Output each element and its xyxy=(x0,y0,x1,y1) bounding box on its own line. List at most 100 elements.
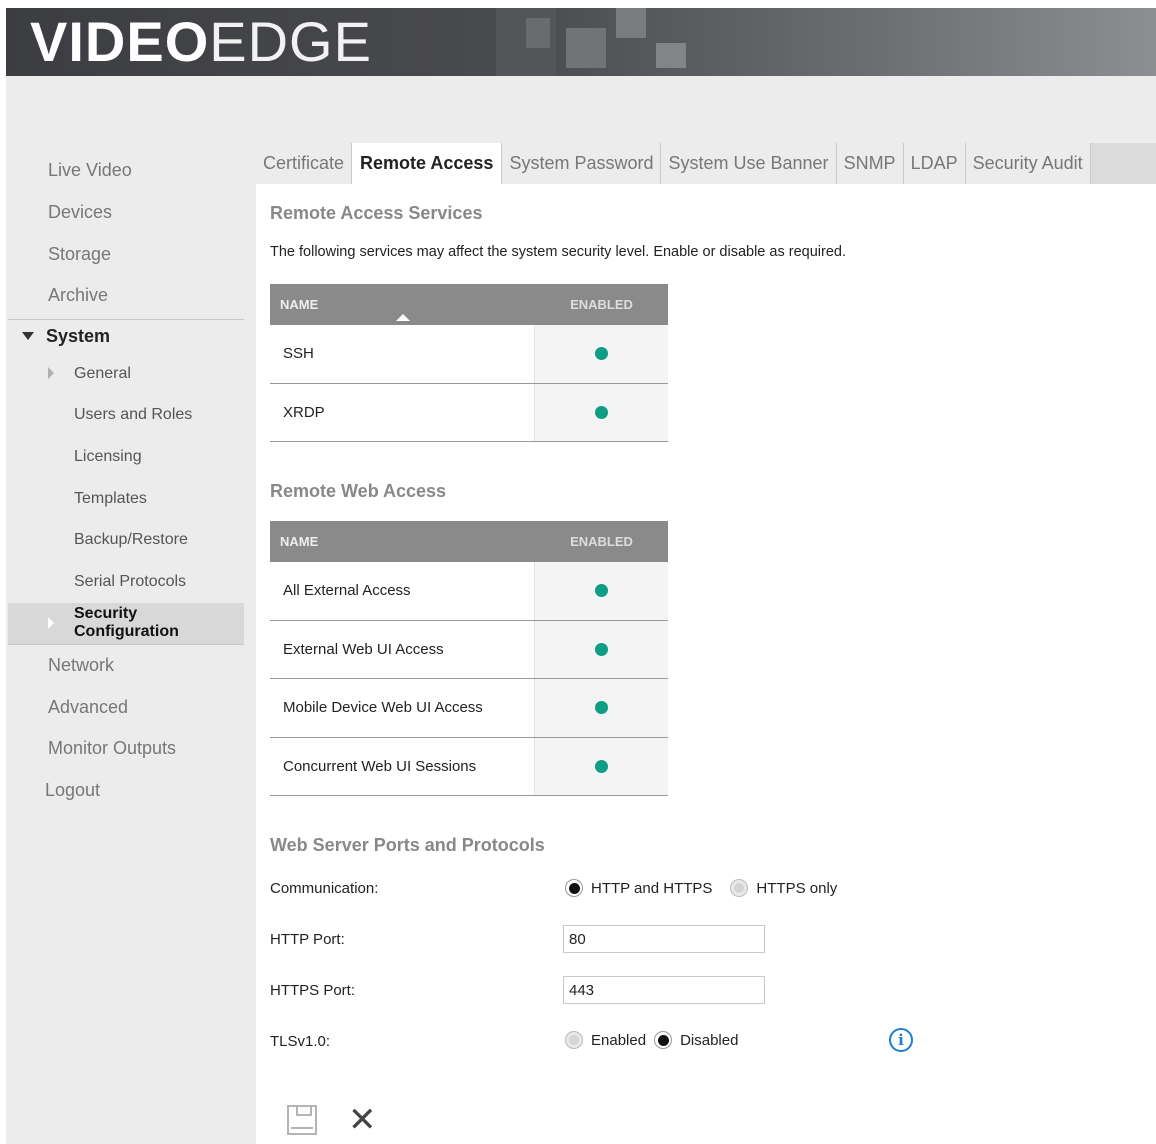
section-title-remote-access: Remote Access Services xyxy=(270,203,483,223)
sidebar-item-serial-protocols[interactable]: Serial Protocols xyxy=(8,561,244,603)
cancel-icon[interactable]: ✕ xyxy=(348,1103,377,1137)
row-name: SSH xyxy=(270,325,535,383)
sidebar-item-advanced[interactable]: Advanced xyxy=(8,686,244,728)
enabled-status-dot-icon[interactable] xyxy=(595,642,608,656)
sort-ascending-icon xyxy=(396,314,410,321)
caret-right-icon xyxy=(48,366,54,379)
sidebar-item-licensing[interactable]: Licensing xyxy=(8,436,244,478)
radio-http-and-https[interactable] xyxy=(565,879,583,897)
radio-label[interactable]: Enabled xyxy=(591,1032,646,1049)
remote-web-access-table: NAME ENABLED All External Access Externa… xyxy=(270,521,668,797)
tab-certificate[interactable]: Certificate xyxy=(256,143,353,184)
tab-ldap[interactable]: LDAP xyxy=(903,143,966,184)
sidebar-item-label: Network xyxy=(48,654,115,675)
sidebar-section-system[interactable]: System xyxy=(8,318,244,353)
tls-label: TLSv1.0: xyxy=(270,1033,331,1050)
content-panel: Certificate Remote Access System Passwor… xyxy=(256,143,1156,1144)
enabled-status-dot-icon[interactable] xyxy=(595,584,608,598)
https-port-label: HTTPS Port: xyxy=(270,982,356,999)
row-name: External Web UI Access xyxy=(270,620,535,679)
caret-right-icon xyxy=(48,616,54,629)
column-header-name[interactable]: NAME xyxy=(270,534,535,549)
row-name: Concurrent Web UI Sessions xyxy=(270,737,535,796)
radio-tls-enabled[interactable] xyxy=(565,1031,583,1049)
sidebar-item-label: General xyxy=(74,364,131,382)
info-icon[interactable]: i xyxy=(889,1028,913,1052)
tab-system-password[interactable]: System Password xyxy=(502,143,662,184)
header-decor xyxy=(616,8,646,38)
enabled-status-dot-icon[interactable] xyxy=(595,405,608,419)
table-row[interactable]: Concurrent Web UI Sessions xyxy=(270,737,668,797)
sidebar-item-storage[interactable]: Storage xyxy=(8,233,244,275)
sidebar-item-label: Serial Protocols xyxy=(74,573,187,591)
table-row[interactable]: External Web UI Access xyxy=(270,620,668,680)
communication-radio-group: HTTP and HTTPS HTTPS only xyxy=(565,879,855,897)
sidebar-item-templates[interactable]: Templates xyxy=(8,478,244,520)
logo-bold: VIDEO xyxy=(30,10,210,73)
sidebar-section-label: System xyxy=(46,325,111,346)
enabled-cell[interactable] xyxy=(535,737,668,796)
table-row[interactable]: All External Access xyxy=(270,562,668,621)
radio-tls-disabled[interactable] xyxy=(654,1031,673,1049)
enabled-status-dot-icon[interactable] xyxy=(595,701,608,715)
row-name: All External Access xyxy=(270,562,535,620)
row-name: XRDP xyxy=(270,383,535,442)
table-row[interactable]: Mobile Device Web UI Access xyxy=(270,679,668,738)
section-title-web-server-ports: Web Server Ports and Protocols xyxy=(270,835,545,855)
tab-snmp[interactable]: SNMP xyxy=(836,143,904,184)
sidebar-item-logout[interactable]: Logout xyxy=(8,770,244,812)
header-decor xyxy=(566,28,606,68)
save-icon[interactable] xyxy=(287,1105,317,1135)
sidebar-item-backup-restore[interactable]: Backup/Restore xyxy=(8,520,244,562)
section-description: The following services may affect the sy… xyxy=(270,244,846,260)
section-title-remote-web-access: Remote Web Access xyxy=(270,481,447,501)
radio-label[interactable]: HTTP and HTTPS xyxy=(591,880,712,897)
sidebar-item-monitor-outputs[interactable]: Monitor Outputs xyxy=(8,728,244,770)
logo-thin: EDGE xyxy=(209,10,372,73)
sidebar-item-label: Storage xyxy=(48,243,112,264)
row-name: Mobile Device Web UI Access xyxy=(270,679,535,737)
https-port-input[interactable] xyxy=(563,976,765,1004)
column-header-name[interactable]: NAME xyxy=(270,297,535,312)
sidebar-item-label: Archive xyxy=(48,285,109,306)
sidebar-item-live-video[interactable]: Live Video xyxy=(8,150,244,192)
enabled-cell[interactable] xyxy=(535,325,668,383)
sidebar-item-label: Licensing xyxy=(74,447,142,465)
enabled-status-dot-icon[interactable] xyxy=(595,760,608,774)
enabled-cell[interactable] xyxy=(535,562,668,620)
sidebar-item-label: Advanced xyxy=(48,696,129,717)
column-header-enabled[interactable]: ENABLED xyxy=(535,297,668,312)
enabled-cell[interactable] xyxy=(535,679,668,737)
table-row[interactable]: XRDP xyxy=(270,383,668,443)
radio-label[interactable]: Disabled xyxy=(680,1032,738,1049)
communication-label: Communication: xyxy=(270,880,379,897)
sidebar-item-label: Security Configuration xyxy=(74,605,179,641)
tab-remote-access[interactable]: Remote Access xyxy=(352,143,503,184)
table-row[interactable]: SSH xyxy=(270,325,668,384)
sidebar-item-network[interactable]: Network xyxy=(8,645,244,687)
tab-security-audit[interactable]: Security Audit xyxy=(965,143,1091,184)
enabled-cell[interactable] xyxy=(535,620,668,679)
sidebar-item-security-configuration[interactable]: Security Configuration xyxy=(8,602,244,645)
column-header-enabled[interactable]: ENABLED xyxy=(535,534,668,549)
sidebar-item-general[interactable]: General xyxy=(8,353,244,395)
remote-access-table: NAME ENABLED SSH XRDP xyxy=(270,284,668,443)
header-decor xyxy=(656,43,686,68)
tab-bar: Certificate Remote Access System Passwor… xyxy=(256,143,1156,184)
radio-label[interactable]: HTTPS only xyxy=(756,880,837,897)
sidebar-item-users-and-roles[interactable]: Users and Roles xyxy=(8,394,244,436)
tab-system-use-banner[interactable]: System Use Banner xyxy=(661,143,837,184)
sidebar-item-devices[interactable]: Devices xyxy=(8,192,244,234)
header-decor xyxy=(526,18,550,48)
tls-radio-group: Enabled Disabled xyxy=(565,1031,756,1049)
sidebar-item-archive[interactable]: Archive xyxy=(8,275,244,317)
radio-https-only[interactable] xyxy=(730,879,749,897)
enabled-cell[interactable] xyxy=(535,383,668,442)
app-logo: VIDEOEDGE xyxy=(30,12,372,72)
table-header: NAME ENABLED xyxy=(270,284,668,325)
sidebar-item-label: Backup/Restore xyxy=(74,531,188,549)
enabled-status-dot-icon[interactable] xyxy=(595,347,608,361)
sidebar-item-label: Templates xyxy=(74,489,147,507)
sidebar-item-label: Monitor Outputs xyxy=(48,738,177,759)
http-port-input[interactable] xyxy=(563,925,765,953)
